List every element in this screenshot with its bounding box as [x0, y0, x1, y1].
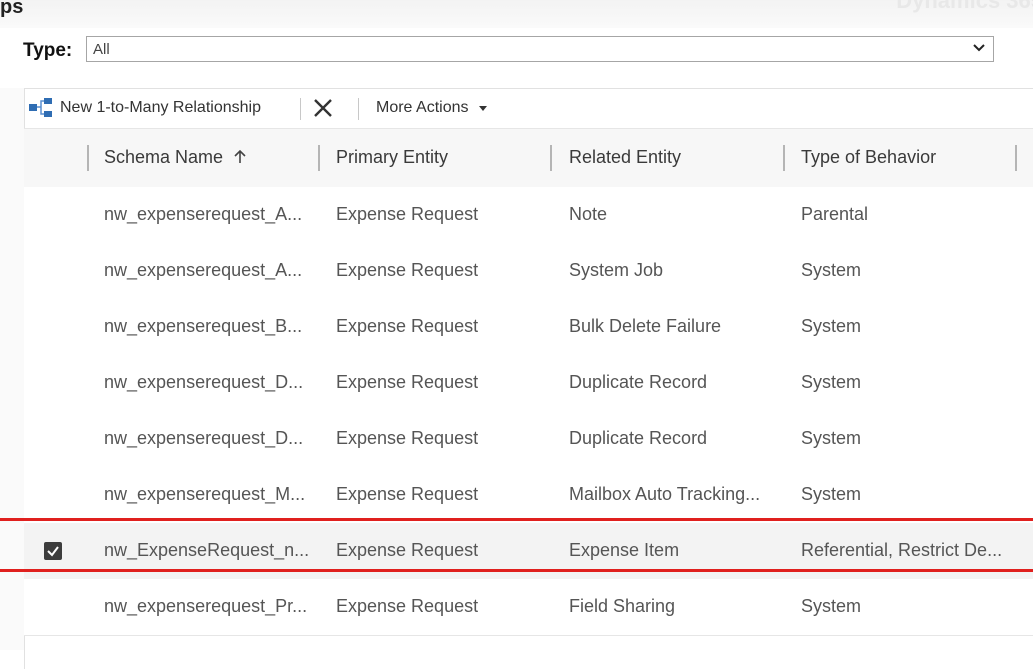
more-actions-label: More Actions — [376, 99, 469, 116]
column-divider — [87, 145, 89, 171]
table-row[interactable]: nw_expenserequest_Pr... Expense Request Fi… — [24, 579, 1033, 636]
chevron-down-icon — [973, 44, 985, 52]
cell-related-entity: Mailbox Auto Tracking... — [569, 484, 761, 504]
cell-type-of-behavior: System — [801, 260, 862, 280]
close-icon — [314, 99, 332, 117]
brand-watermark: Dynamics 365 — [896, 0, 1033, 13]
cell-schema-name[interactable]: nw_ExpenseRequest_n... — [104, 540, 309, 561]
cell-primary-entity: Expense Request — [336, 540, 479, 560]
cell-primary-entity: Expense Request — [336, 484, 479, 504]
table-row[interactable]: nw_expenserequest_M... Expense Request Mai… — [24, 467, 1033, 524]
column-divider[interactable] — [1015, 145, 1017, 171]
table-row[interactable]: nw_expenserequest_B... Expense Request Bul… — [24, 299, 1033, 356]
cell-primary-entity: Expense Request — [336, 204, 479, 224]
cell-schema-name[interactable]: nw_expenserequest_M... — [104, 484, 305, 505]
page-title: ps — [0, 0, 24, 18]
cell-schema-name[interactable]: nw_expenserequest_B... — [104, 316, 302, 337]
table-row[interactable]: nw_expenserequest_D... Expense Request Dup… — [24, 355, 1033, 412]
table-row[interactable]: nw_expenserequest_D... Expense Request Dup… — [24, 411, 1033, 468]
cell-type-of-behavior: System — [801, 316, 862, 336]
cell-type-of-behavior: System — [801, 484, 862, 504]
toolbar: New 1-to-Many Relationship More Actions — [24, 90, 1033, 126]
cell-schema-name[interactable]: nw_expenserequest_A... — [104, 260, 302, 281]
more-actions-button[interactable]: More Actions — [376, 90, 490, 126]
column-divider[interactable] — [550, 145, 552, 171]
delete-button[interactable] — [312, 90, 334, 126]
cell-related-entity: Duplicate Record — [569, 372, 708, 392]
cell-primary-entity: Expense Request — [336, 372, 479, 392]
top-bar: ps Dynamics 365 — [0, 0, 1033, 28]
cell-primary-entity: Expense Request — [336, 428, 479, 448]
cell-related-entity: Bulk Delete Failure — [569, 316, 722, 336]
cell-primary-entity: Expense Request — [336, 316, 479, 336]
relationship-icon — [29, 98, 52, 117]
cell-schema-name[interactable]: nw_expenserequest_D... — [104, 428, 303, 449]
cell-related-entity: Field Sharing — [569, 596, 676, 616]
cell-primary-entity: Expense Request — [336, 260, 479, 280]
cell-related-entity: System Job — [569, 260, 664, 280]
table-row[interactable]: nw_ExpenseRequest_n... Expense Request Exp… — [24, 523, 1033, 580]
column-header-primary-entity[interactable]: Primary Entity — [336, 147, 448, 168]
new-relationship-button[interactable]: New 1-to-Many Relationship — [28, 90, 261, 126]
row-checkbox[interactable] — [44, 542, 62, 560]
table-header: Schema Name Primary Entity Related Entit… — [24, 128, 1033, 188]
cell-type-of-behavior: Referential, Restrict De... — [801, 540, 1003, 560]
column-divider[interactable] — [783, 145, 785, 171]
type-label: Type: — [23, 40, 73, 61]
type-select-value: All — [93, 41, 110, 58]
cell-schema-name[interactable]: nw_expenserequest_Pr... — [104, 596, 307, 617]
caret-down-icon — [479, 106, 488, 111]
cell-type-of-behavior: Parental — [801, 204, 869, 224]
cell-type-of-behavior: System — [801, 372, 862, 392]
toolbar-divider — [358, 98, 359, 120]
cell-related-entity: Duplicate Record — [569, 428, 708, 448]
cell-type-of-behavior: System — [801, 428, 862, 448]
toolbar-divider — [300, 98, 301, 120]
column-header-type-of-behavior[interactable]: Type of Behavior — [801, 147, 936, 168]
checkmark-icon — [47, 546, 59, 557]
cell-related-entity: Note — [569, 204, 608, 224]
type-select[interactable]: All — [86, 36, 994, 62]
sort-ascending-icon — [234, 149, 246, 163]
column-header-label: Schema Name — [104, 147, 224, 167]
cell-type-of-behavior: System — [801, 596, 862, 616]
cell-related-entity: Expense Item — [569, 540, 680, 560]
new-relationship-label: New 1-to-Many Relationship — [60, 99, 261, 116]
column-divider[interactable] — [318, 145, 320, 171]
cell-schema-name[interactable]: nw_expenserequest_A... — [104, 204, 302, 225]
column-header-related-entity[interactable]: Related Entity — [569, 147, 681, 168]
table-row[interactable]: nw_expenserequest_A... Expense Request Sys… — [24, 243, 1033, 300]
column-header-schema-name[interactable]: Schema Name — [104, 147, 248, 168]
table-row[interactable]: nw_expenserequest_A... Expense Request Not… — [24, 187, 1033, 244]
left-strip — [0, 88, 24, 650]
cell-primary-entity: Expense Request — [336, 596, 479, 616]
cell-schema-name[interactable]: nw_expenserequest_D... — [104, 372, 303, 393]
